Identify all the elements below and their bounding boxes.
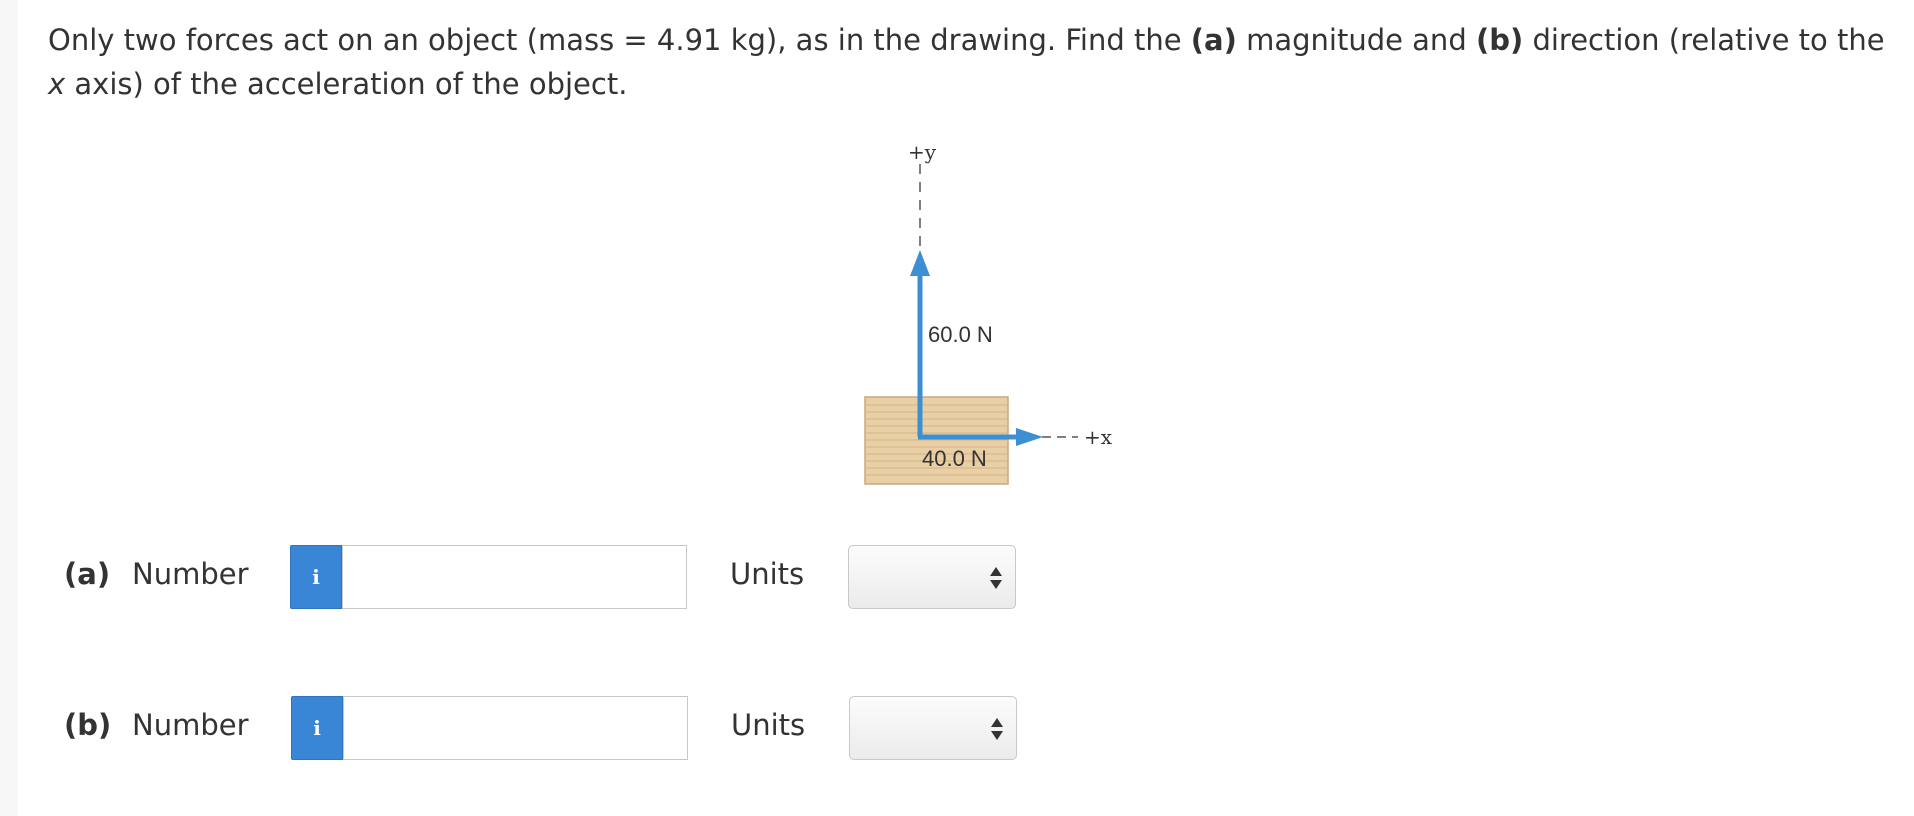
- number-label-a: Number: [132, 557, 249, 591]
- vertical-force-arrowhead: [910, 250, 930, 276]
- answer-row-a: (a) Number i Units: [0, 545, 1914, 611]
- force-diagram: +y +x 60.0 N 40.0 N: [830, 140, 1130, 490]
- question-text: Only two forces act on an object (mass =…: [48, 23, 1885, 101]
- answer-row-b: (b) Number i Units: [0, 696, 1914, 762]
- number-input-a[interactable]: [342, 545, 687, 609]
- part-b-tag: (b): [1475, 23, 1524, 57]
- units-label-a: Units: [730, 557, 805, 591]
- units-label-b: Units: [731, 708, 806, 742]
- info-icon[interactable]: i: [290, 545, 342, 609]
- units-select-a[interactable]: [848, 545, 1016, 609]
- info-icon[interactable]: i: [291, 696, 343, 760]
- horizontal-force-label: 40.0 N: [922, 446, 987, 471]
- part-a-tag: (a): [1190, 23, 1237, 57]
- y-axis-label: +y: [908, 140, 937, 164]
- part-label-a: (a): [64, 557, 111, 591]
- x-axis-label: +x: [1084, 425, 1113, 449]
- number-label-b: Number: [132, 708, 249, 742]
- units-select-b[interactable]: [849, 696, 1017, 760]
- left-margin-bar: [0, 0, 18, 816]
- horizontal-force-arrowhead: [1016, 428, 1043, 446]
- select-arrows-icon: [991, 718, 1003, 740]
- number-input-b[interactable]: [343, 696, 688, 760]
- vertical-force-label: 60.0 N: [928, 322, 993, 347]
- part-label-b: (b): [64, 708, 112, 742]
- select-arrows-icon: [990, 567, 1002, 589]
